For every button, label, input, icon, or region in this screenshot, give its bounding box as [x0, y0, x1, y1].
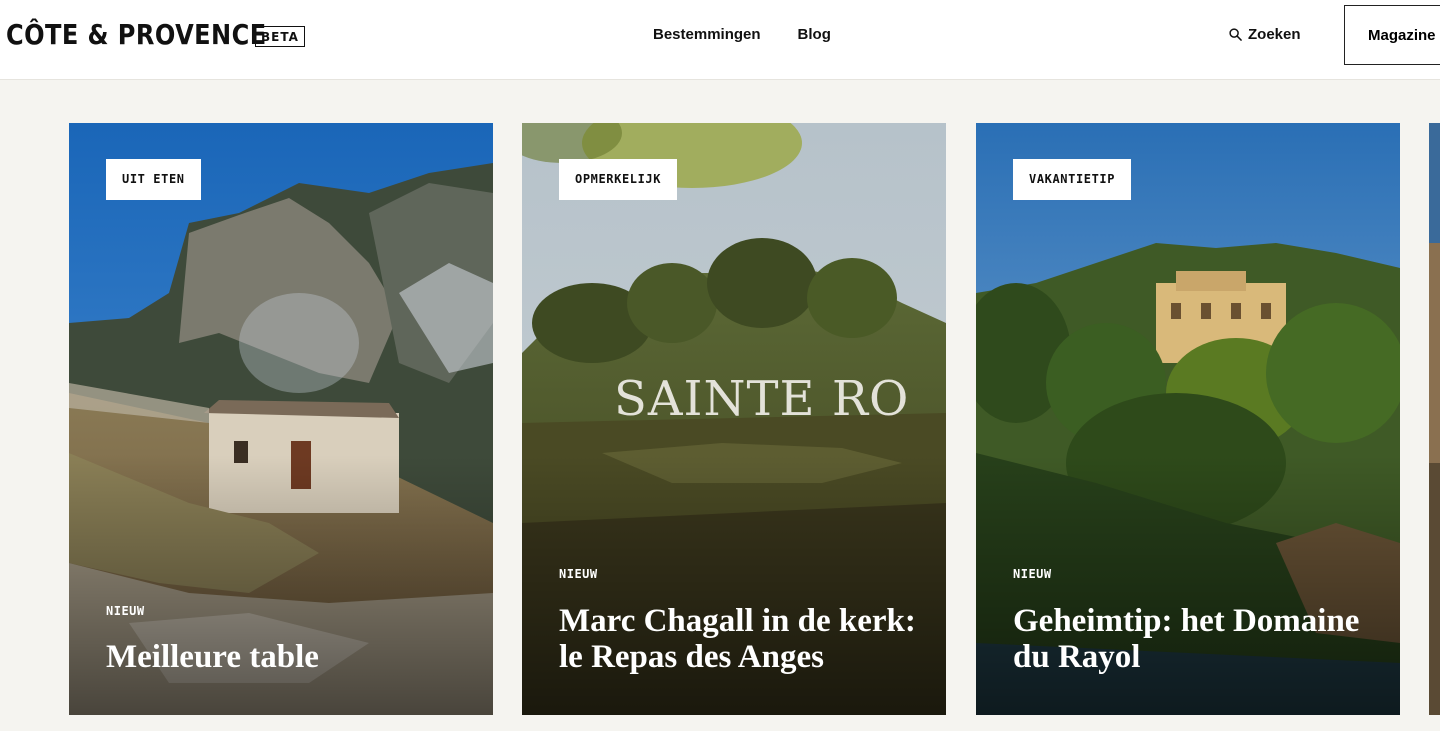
sainte-roseline-sign: SAINTE RO: [614, 371, 910, 427]
article-card-domaine-du-rayol[interactable]: VAKANTIETIP NIEUW Geheimtip: het Domaine…: [976, 123, 1400, 715]
article-card-marc-chagall[interactable]: SAINTE RO OPMERKELIJK NIEUW Marc Chagall…: [522, 123, 946, 715]
new-label: NIEUW: [1013, 567, 1052, 581]
main-nav: Bestemmingen Blog: [653, 26, 831, 43]
new-label: NIEUW: [559, 567, 598, 581]
beta-badge: BETA: [255, 26, 305, 47]
card-shade: [976, 455, 1400, 715]
site-logo[interactable]: CÔTE & PROVENCE BETA: [6, 18, 309, 51]
article-title[interactable]: Meilleure table: [106, 639, 466, 675]
logo-text: CÔTE & PROVENCE: [6, 18, 267, 51]
article-card-meilleure-table[interactable]: UIT ETEN NIEUW Meilleure table: [69, 123, 493, 715]
search-button[interactable]: Zoeken: [1229, 26, 1301, 43]
category-tag[interactable]: UIT ETEN: [106, 159, 201, 200]
search-icon: [1229, 28, 1242, 41]
article-title[interactable]: Geheimtip: het Domaine du Rayol: [1013, 603, 1373, 675]
magazine-button[interactable]: Magazine: [1344, 5, 1440, 65]
nav-link-blog[interactable]: Blog: [798, 26, 831, 43]
card-shade: [69, 455, 493, 715]
nav-link-bestemmingen[interactable]: Bestemmingen: [653, 26, 761, 43]
category-tag[interactable]: OPMERKELIJK: [559, 159, 678, 200]
card-shade: [522, 455, 946, 715]
search-label: Zoeken: [1248, 26, 1301, 43]
new-label: NIEUW: [106, 604, 145, 618]
site-header: CÔTE & PROVENCE BETA Bestemmingen Blog Z…: [0, 0, 1440, 80]
article-title[interactable]: Marc Chagall in de kerk: le Repas des An…: [559, 603, 919, 675]
article-cards: UIT ETEN NIEUW Meilleure table SAINTE RO…: [69, 123, 1440, 715]
card-image-next: [1429, 123, 1440, 715]
article-card-next[interactable]: [1429, 123, 1440, 715]
category-tag[interactable]: VAKANTIETIP: [1013, 159, 1132, 200]
